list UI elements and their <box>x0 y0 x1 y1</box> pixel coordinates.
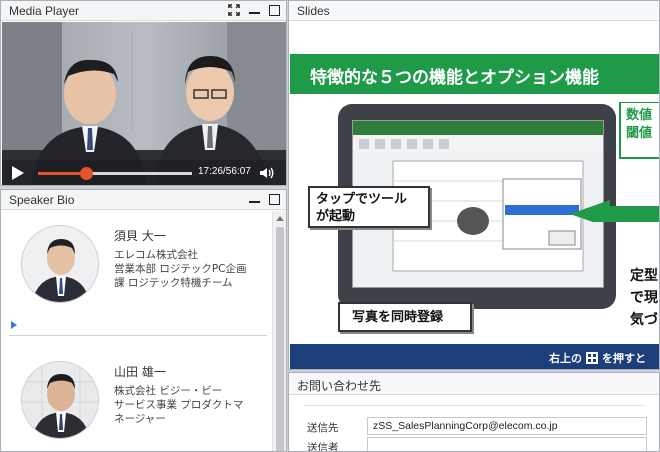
scroll-thumb[interactable] <box>276 227 284 451</box>
speaker-bio-header: Speaker Bio <box>1 190 286 210</box>
play-icon[interactable] <box>12 166 24 180</box>
scroll-up-icon[interactable] <box>276 216 284 221</box>
right-panel-line1: 数値 <box>626 108 653 123</box>
media-player-title: Media Player <box>9 4 80 18</box>
speaker-name: 須貝 大一 <box>114 229 166 243</box>
avatar <box>21 225 99 303</box>
slide-heading: 特徴的な５つの機能とオプション機能 <box>310 68 599 88</box>
time-display: 17:26/56:07 <box>198 166 251 177</box>
speaker-name: 山田 雄一 <box>114 365 166 379</box>
contact-separator <box>303 405 645 406</box>
video-controls: 17:26/56:07 <box>2 160 286 185</box>
side-text-line2: で現 <box>630 290 658 306</box>
slides-header: Slides <box>289 1 659 21</box>
video-frame[interactable]: 17:26/56:07 <box>2 22 286 185</box>
slide-footer-text: 右上の を押すと <box>549 350 646 366</box>
speaker-divider <box>9 335 267 336</box>
speaker-list: 須貝 大一 エレコム株式会社 営業本部 ロジテックPC企画 課 ロジテック特機チ… <box>1 211 272 451</box>
footer-text-post: を押すと <box>602 352 646 365</box>
side-text-line3: 気づ <box>630 312 658 328</box>
to-label: 送信先 <box>307 422 339 434</box>
maximize-icon[interactable] <box>268 193 280 205</box>
to-email-field[interactable]: zSS_SalesPlanningCorp@elecom.co.jp <box>367 417 647 435</box>
speaker-card: 須貝 大一 エレコム株式会社 営業本部 ロジテックPC企画 課 ロジテック特機チ… <box>1 211 271 341</box>
callout-tap-line2: が起動 <box>316 209 356 224</box>
fullscreen-icon[interactable] <box>228 4 240 16</box>
volume-icon[interactable] <box>258 165 274 185</box>
bio-scrollbar[interactable] <box>272 211 286 451</box>
side-text-line1: 定型 <box>630 268 658 284</box>
grid-icon <box>586 352 598 364</box>
speaker-department: 営業本部 ロジテックPC企画 <box>114 263 247 275</box>
seek-bar[interactable] <box>38 167 192 180</box>
speaker-team: 課 ロジテック特機チーム <box>114 277 233 289</box>
callout-photo: 写真を同時登録 <box>338 302 472 332</box>
speaker-card: 山田 雄一 株式会社 ビジー・ビー サービス事業 プロダクトマ ネージャー <box>1 337 271 451</box>
slides-panel: Slides 特徴的な５つの機能とオプション機能 数値 閾値 タップでツール が… <box>288 0 660 370</box>
media-player-panel: Media Player 17:26/56:07 <box>0 0 287 186</box>
form-row-to: 送信先 zSS_SalesPlanningCorp@elecom.co.jp <box>289 415 659 437</box>
media-player-header: Media Player <box>1 1 286 21</box>
contact-header: お問い合わせ先 <box>289 373 659 395</box>
speaker-bio-title: Speaker Bio <box>9 193 75 207</box>
slide-footer-band: 右上の を押すと <box>290 344 659 369</box>
speaker-bio-panel: Speaker Bio 須貝 大一 エレコム株式会社 営業本部 ロジテックPC企… <box>0 189 287 452</box>
seek-progress <box>38 172 86 175</box>
form-row-from: 送信者 <box>289 435 659 452</box>
speaker-affiliation: 株式会社 ビジー・ビー <box>114 385 223 397</box>
callout-tap-tool: タップでツール が起動 <box>308 186 430 228</box>
from-label: 送信者 <box>307 442 339 452</box>
speaker-affiliation: エレコム株式会社 <box>114 249 198 261</box>
minimize-icon[interactable] <box>248 4 260 16</box>
expand-arrow-icon[interactable] <box>11 321 17 329</box>
callout-tap-line1: タップでツール <box>316 192 408 207</box>
avatar <box>21 361 99 439</box>
right-panel-line2: 閾値 <box>626 126 653 141</box>
callout-photo-text: 写真を同時登録 <box>352 310 444 325</box>
seek-handle[interactable] <box>79 167 93 180</box>
speaker-title: ネージャー <box>114 413 166 425</box>
maximize-icon[interactable] <box>268 4 280 16</box>
slide-canvas: 特徴的な５つの機能とオプション機能 数値 閾値 タップでツール が起動 写真を同… <box>290 22 659 369</box>
contact-panel: お問い合わせ先 送信先 zSS_SalesPlanningCorp@elecom… <box>288 372 660 452</box>
from-field[interactable] <box>367 437 647 451</box>
app-root: Media Player 17:26/56:07 Speaker Bio 須貝 … <box>0 0 660 452</box>
contact-title: お問い合わせ先 <box>297 379 382 393</box>
footer-text-pre: 右上の <box>549 352 582 365</box>
speaker-department: サービス事業 プロダクトマ <box>114 399 244 411</box>
slides-title: Slides <box>297 4 330 18</box>
minimize-icon[interactable] <box>248 193 260 205</box>
